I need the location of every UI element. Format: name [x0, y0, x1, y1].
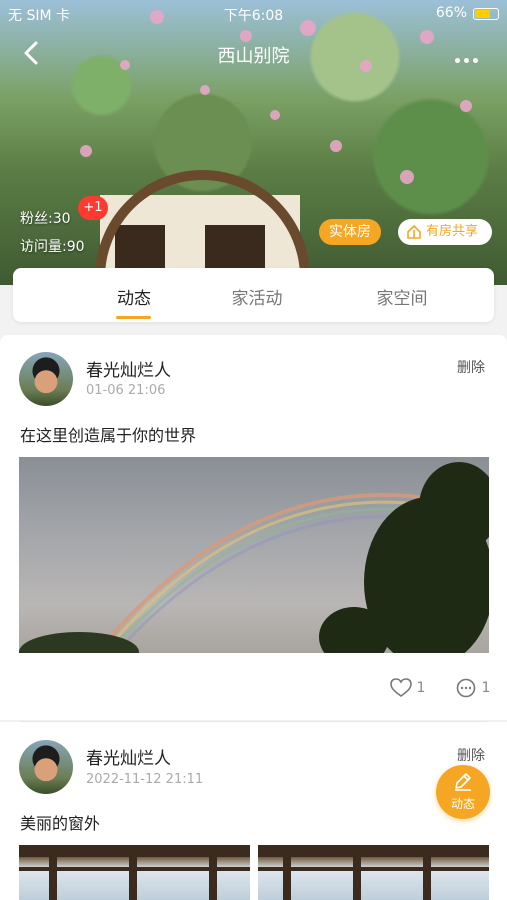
- post-image-window-1[interactable]: [19, 845, 250, 900]
- house-share-label: 有房共享: [426, 224, 479, 239]
- post-image-rainbow[interactable]: [19, 457, 489, 653]
- house-share-tag[interactable]: 有房共享: [398, 219, 492, 245]
- page-title: 西山别院: [217, 46, 290, 67]
- post-username[interactable]: 春光灿烂人: [86, 744, 171, 769]
- tab-home-space[interactable]: 家空间: [342, 284, 462, 309]
- status-bar: 无 SIM 卡 下午6:08 66%: [0, 0, 507, 28]
- post-time: 01-06 21:06: [86, 383, 166, 398]
- new-post-button[interactable]: 动态: [436, 765, 490, 819]
- comment-icon: [456, 678, 476, 698]
- more-icon[interactable]: [455, 48, 487, 63]
- clock: 下午6:08: [223, 8, 284, 24]
- house-share-icon: [407, 225, 421, 239]
- fans-count: 粉丝:30: [20, 211, 71, 227]
- like-count: 1: [416, 680, 426, 696]
- avatar[interactable]: [19, 352, 73, 406]
- post-image-window-2[interactable]: [258, 845, 489, 900]
- physical-house-tag[interactable]: 实体房: [319, 219, 381, 245]
- post-username[interactable]: 春光灿烂人: [86, 356, 171, 381]
- battery-icon: [473, 8, 499, 20]
- tab-bar: 动态 家活动 家空间: [13, 268, 494, 322]
- heart-icon: [390, 678, 412, 697]
- visits-count: 访问量:90: [20, 239, 85, 255]
- post-text: 美丽的窗外: [20, 814, 101, 833]
- battery-percent: 66%: [435, 5, 467, 21]
- delete-button[interactable]: 删除: [457, 357, 485, 377]
- active-tab-indicator: [116, 316, 151, 319]
- pencil-icon: [455, 773, 471, 791]
- tab-moments[interactable]: 动态: [74, 284, 194, 309]
- comment-button[interactable]: 1: [455, 678, 490, 700]
- post-text: 在这里创造属于你的世界: [20, 426, 197, 445]
- delete-button[interactable]: 删除: [457, 745, 485, 765]
- post-time: 2022-11-12 21:11: [86, 772, 204, 787]
- fans-new-badge: +1: [78, 196, 108, 220]
- avatar[interactable]: [19, 740, 73, 794]
- new-post-label: 动态: [450, 797, 475, 811]
- comment-count: 1: [481, 680, 491, 696]
- like-button[interactable]: 1: [390, 678, 425, 700]
- tab-home-activities[interactable]: 家活动: [197, 284, 317, 309]
